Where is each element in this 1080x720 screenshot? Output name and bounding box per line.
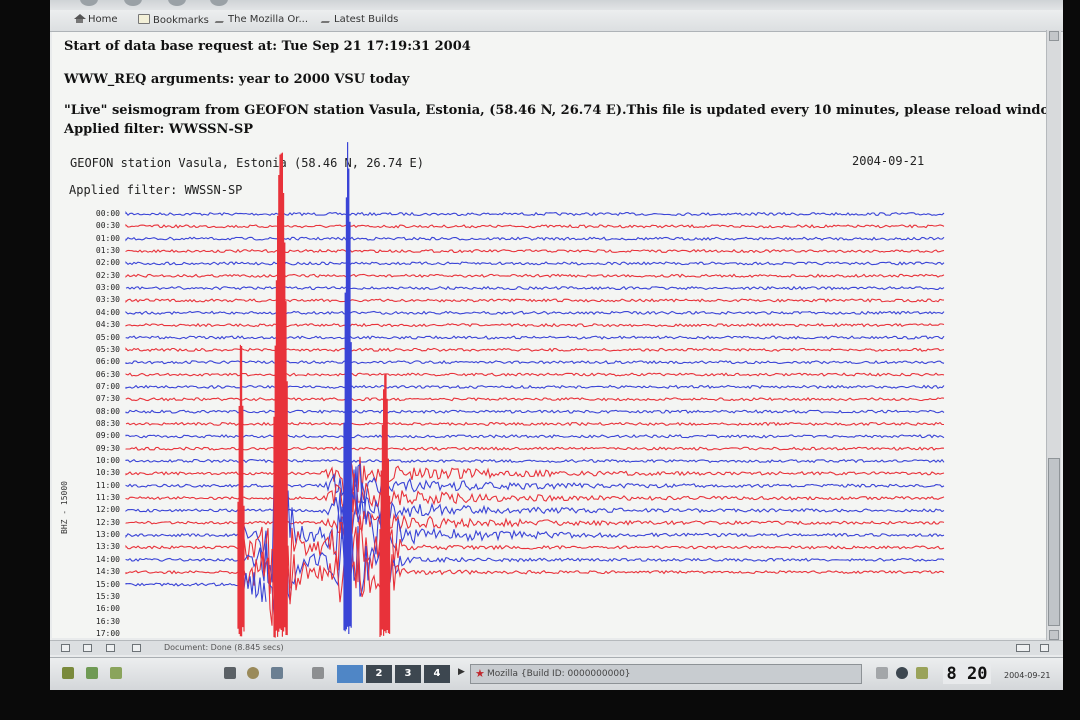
status-bar: Document: Done (8.845 secs) (50, 640, 1063, 655)
red-spike (379, 374, 391, 637)
stop-button[interactable] (210, 0, 228, 6)
home-folder-icon[interactable] (271, 667, 283, 679)
scroll-up-arrow-icon[interactable] (1049, 31, 1059, 41)
trace-line (125, 347, 945, 353)
trace-line (125, 409, 945, 414)
trace-line (125, 473, 945, 513)
toolbar-mozilla-org[interactable]: The Mozilla Or... (214, 14, 309, 25)
logout-icon[interactable] (896, 667, 908, 679)
toolbar-latest-builds[interactable]: Latest Builds (320, 14, 399, 25)
desktop-4-button[interactable]: 4 (424, 665, 450, 683)
vertical-scrollbar[interactable] (1046, 30, 1061, 642)
toolbar-bookmarks-label: Bookmarks (153, 15, 209, 26)
clock[interactable]: 8 20 (943, 664, 991, 684)
help-icon[interactable] (247, 667, 259, 679)
composer-icon[interactable] (106, 644, 115, 652)
tools-icon[interactable] (110, 667, 122, 679)
window-titlebar (50, 0, 1063, 10)
monitor-screen: Home Bookmarks The Mozilla Or... Latest … (50, 0, 1063, 690)
trace-line (125, 397, 945, 402)
taskbar-mozilla-window[interactable]: ★ Mozilla {Build ID: 0000000000} (470, 664, 862, 684)
lock-screen-icon[interactable] (876, 667, 888, 679)
trace-line (125, 529, 945, 632)
forward-button[interactable] (124, 0, 142, 6)
trace-line (125, 446, 945, 451)
terminal-icon[interactable] (224, 667, 236, 679)
trace-line (125, 248, 945, 254)
trace-line (125, 223, 945, 229)
desktop-2-button[interactable]: 2 (366, 665, 392, 683)
toolbar-home[interactable]: Home (74, 14, 118, 25)
trace-line (125, 372, 945, 377)
trace-line (125, 236, 945, 242)
home-icon (74, 14, 86, 23)
bookmarks-icon (138, 14, 150, 24)
taskbar-arrow-icon[interactable]: ▶ (458, 667, 465, 677)
bookmark-link-icon (214, 15, 228, 23)
toolbar-bookmarks[interactable]: Bookmarks (138, 14, 209, 26)
reload-button[interactable] (168, 0, 186, 6)
date-label: 2004-09-21 (1004, 671, 1051, 680)
tray-icon[interactable] (916, 667, 928, 679)
page-content: Start of data base request at: Tue Sep 2… (52, 32, 1046, 638)
red-spike (273, 152, 288, 638)
back-button[interactable] (80, 0, 98, 6)
trace-line (125, 360, 945, 365)
trace-line (125, 285, 945, 291)
red-spike (237, 344, 245, 637)
trace-line (125, 384, 945, 390)
mozilla-star-icon: ★ (475, 667, 485, 680)
security-lock-icon (1040, 644, 1049, 652)
trace-line (125, 322, 945, 328)
trace-line (125, 458, 945, 464)
trace-line (125, 261, 945, 266)
settings-icon[interactable] (312, 667, 324, 679)
toolbar-mozilla-label: The Mozilla Or... (228, 14, 309, 25)
trace-line (125, 572, 267, 603)
bookmark-link-icon (320, 15, 334, 23)
status-text: Document: Done (8.845 secs) (164, 643, 284, 652)
trace-line (125, 335, 945, 340)
address-book-icon[interactable] (132, 644, 141, 652)
desktop-icon[interactable] (86, 667, 98, 679)
taskbar-window-title: Mozilla {Build ID: 0000000000} (487, 669, 631, 679)
scrollbar-thumb[interactable] (1048, 458, 1060, 626)
online-status-icon[interactable] (1016, 644, 1030, 652)
trace-line (125, 434, 945, 439)
blue-spike (343, 142, 352, 634)
trace-line (125, 310, 945, 316)
scroll-down-arrow-icon[interactable] (1049, 630, 1059, 640)
trace-line (125, 210, 945, 217)
taskbar: 2 3 4 ▶ ★ Mozilla {Build ID: 0000000000} … (50, 657, 1063, 690)
toolbar-latest-builds-label: Latest Builds (334, 14, 399, 25)
navigator-icon[interactable] (61, 644, 70, 652)
seismogram-traces (125, 142, 945, 638)
trace-line (125, 273, 945, 278)
mail-icon[interactable] (83, 644, 92, 652)
personal-toolbar: Home Bookmarks The Mozilla Or... Latest … (50, 10, 1063, 32)
desktop-1-button[interactable] (337, 665, 363, 683)
trace-line (125, 298, 945, 303)
toolbar-home-label: Home (88, 14, 118, 25)
trace-line (125, 421, 944, 427)
trace-line (125, 484, 945, 534)
desktop-3-button[interactable]: 3 (395, 665, 421, 683)
start-menu-icon[interactable] (62, 667, 74, 679)
trace-line (125, 447, 945, 497)
